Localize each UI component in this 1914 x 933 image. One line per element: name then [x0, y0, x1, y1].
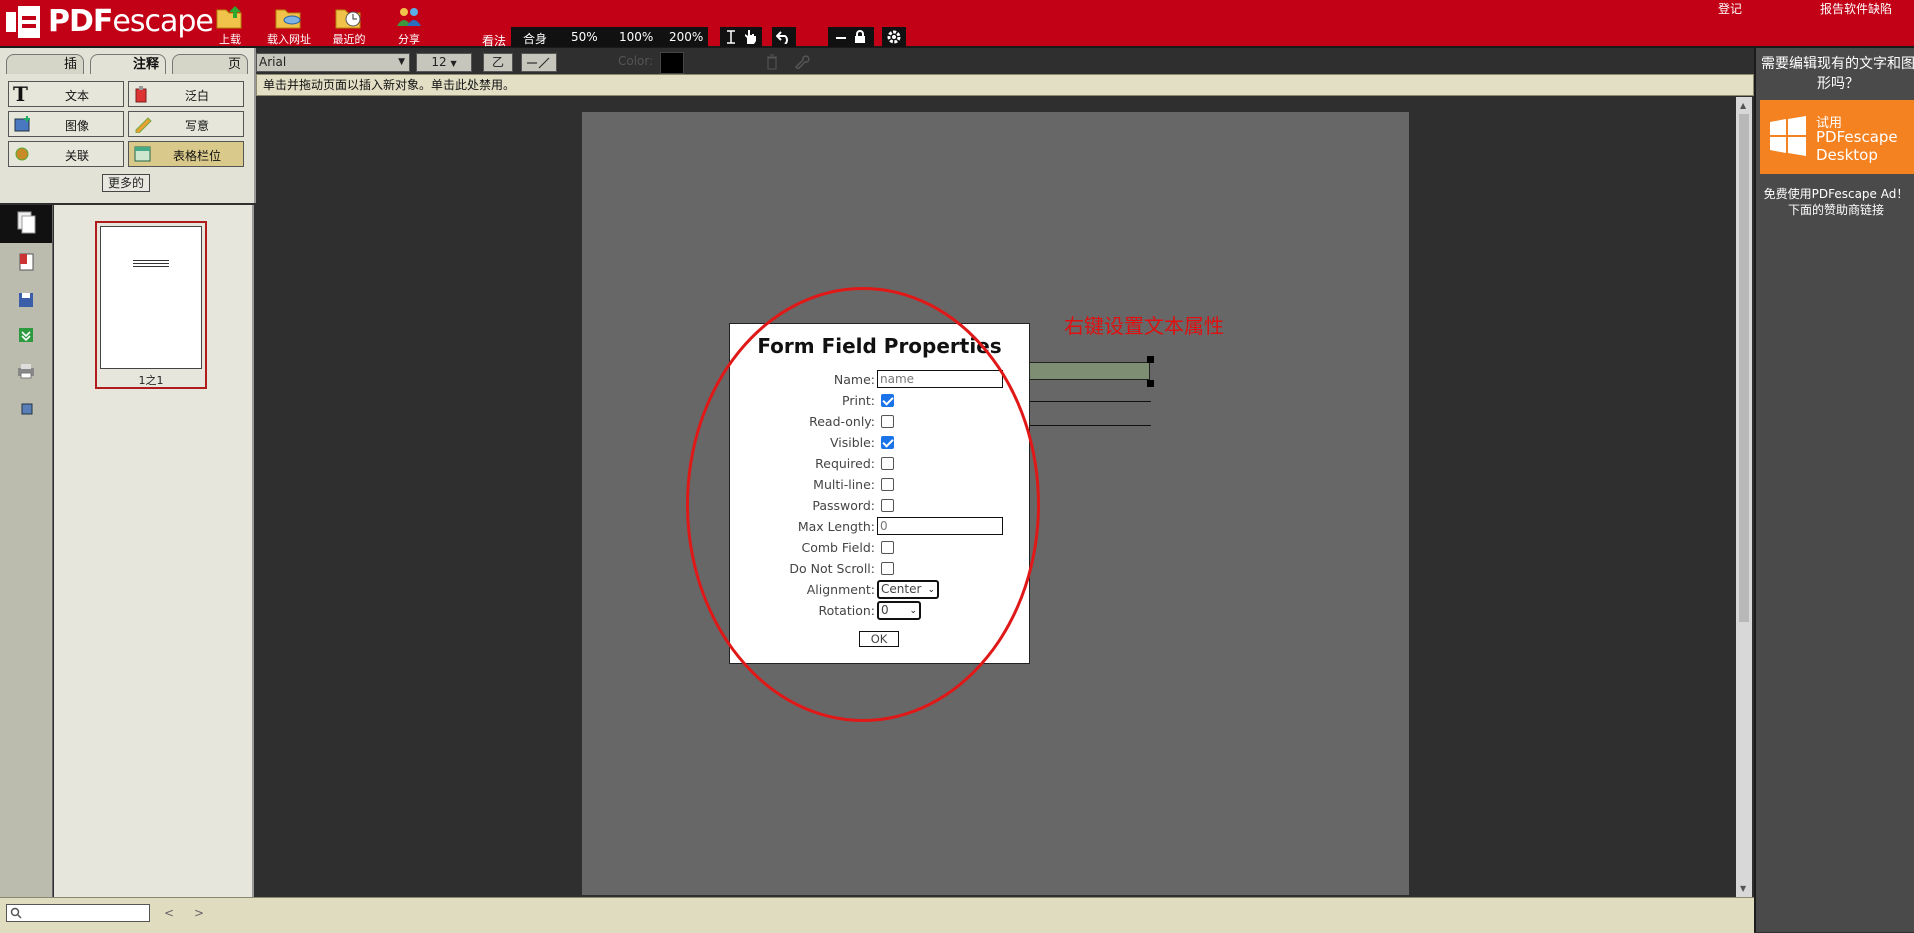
more-tools-button[interactable]: 更多的 [102, 174, 150, 192]
line-style-button[interactable] [521, 53, 557, 72]
share-button[interactable]: 分享 [379, 4, 439, 47]
app-logo-text: PDFescape [48, 4, 214, 39]
upload-folder-icon [216, 6, 242, 29]
whiteout-icon [135, 86, 147, 103]
image-tool-button[interactable]: 图像 [8, 111, 124, 137]
text-tool-button[interactable]: T 文本 [8, 81, 124, 107]
windows-logo-icon [1770, 116, 1806, 156]
print-icon[interactable] [17, 363, 35, 379]
pdf-page-icon[interactable] [18, 252, 36, 272]
scroll-up-icon[interactable]: ▲ [1740, 101, 1746, 110]
ad-product-name: PDFescape Desktop [1816, 128, 1898, 164]
color-swatch[interactable] [660, 52, 684, 74]
hand-pointer-icon[interactable] [743, 29, 757, 45]
highlight-ellipse [686, 287, 1040, 722]
tab-insert[interactable]: 插 [6, 54, 84, 74]
ad-panel [1754, 48, 1914, 932]
image-icon [14, 116, 30, 132]
zoom-100[interactable]: 100% [619, 30, 653, 44]
left-nav [0, 205, 53, 897]
load-url-folder-icon [275, 9, 301, 29]
text-cursor-icon[interactable] [726, 30, 736, 44]
bold-italic-button[interactable]: 乙 [483, 53, 513, 72]
chevron-down-icon: ▼ [398, 57, 405, 67]
view-label: 看法 [482, 34, 507, 48]
minus-icon[interactable] [836, 37, 846, 39]
page-line [1028, 425, 1151, 426]
freehand-tool-button[interactable]: 写意 [128, 111, 244, 137]
pdfescape-logo-icon [6, 6, 40, 38]
form-field-tool-button[interactable]: 表格栏位 [128, 141, 244, 167]
link-tool-button[interactable]: 关联 [8, 141, 124, 167]
share-users-icon [397, 8, 421, 26]
form-field-icon [134, 146, 151, 162]
page-thumbnail[interactable] [100, 226, 202, 369]
undo-button[interactable] [772, 27, 796, 47]
zoom-bar: 合身 50% 100% 200% [511, 27, 708, 47]
freehand-pencil-icon [135, 117, 152, 133]
gear-icon [887, 30, 901, 44]
text-t-icon: T [13, 82, 28, 106]
settings-button[interactable] [882, 27, 906, 47]
zoom-200[interactable]: 200% [669, 30, 703, 44]
scrollbar-thumb[interactable] [1739, 114, 1749, 622]
scroll-down-icon[interactable]: ▼ [1740, 884, 1746, 893]
try-desktop-button[interactable]: 试用 PDFescape Desktop [1760, 100, 1914, 174]
lock-icon[interactable] [854, 30, 866, 44]
font-size-select[interactable]: 12 ▼ [416, 53, 472, 72]
tab-page[interactable]: 页 [172, 54, 248, 74]
download-icon[interactable] [18, 327, 34, 343]
color-label: Color: [618, 54, 654, 68]
prev-page-button[interactable]: < [164, 906, 174, 920]
zoom-fit[interactable]: 合身 [523, 30, 547, 47]
font-family-select[interactable]: Arial ▼ [256, 53, 410, 72]
info-bar[interactable]: 单击并拖动页面以插入新对象。单击此处禁用。 [256, 74, 1754, 96]
form-field-box[interactable] [1028, 362, 1150, 380]
bottom-bar: < > [0, 897, 1754, 933]
load-url-button[interactable]: 载入网址 [259, 4, 319, 47]
ad-free-text: 免费使用PDFescape Ad！ 下面的赞助商链接 [1763, 187, 1909, 217]
undo-icon [776, 31, 788, 44]
recent-button[interactable]: 最近的 [319, 4, 379, 47]
page-thumbnail-label: 1之1 [138, 374, 164, 387]
line-style-icon [527, 57, 550, 69]
page-line [1028, 401, 1151, 402]
lock-tools [828, 27, 874, 47]
resize-handle[interactable] [1147, 380, 1154, 387]
search-icon [10, 907, 22, 919]
login-link[interactable]: 登记 [1718, 0, 1742, 17]
save-icon[interactable] [18, 292, 34, 308]
tab-annotate[interactable]: 注释 [90, 54, 166, 74]
trash-icon[interactable] [766, 54, 778, 70]
style-glyph-icon: 乙 [491, 55, 504, 69]
upload-button[interactable]: 上载 [200, 4, 260, 47]
report-bug-link[interactable]: 报告软件缺陷 [1820, 0, 1892, 17]
wrench-icon[interactable] [794, 53, 810, 69]
next-page-button[interactable]: > [194, 906, 204, 920]
recent-clock-icon [335, 9, 361, 29]
pages-icon[interactable] [16, 210, 38, 236]
ad-question: 需要编辑现有的文字和图形吗？ [1761, 56, 1914, 92]
zoom-50[interactable]: 50% [571, 30, 598, 44]
resize-handle[interactable] [1147, 356, 1154, 363]
select-tools [720, 27, 762, 47]
search-input[interactable] [6, 904, 150, 922]
link-icon [15, 147, 29, 161]
chevron-down-icon: ▼ [450, 59, 457, 68]
annotation-note: 右键设置文本属性 [1064, 314, 1224, 338]
whiteout-tool-button[interactable]: 泛白 [128, 81, 244, 107]
blank-page-icon[interactable] [20, 402, 34, 416]
